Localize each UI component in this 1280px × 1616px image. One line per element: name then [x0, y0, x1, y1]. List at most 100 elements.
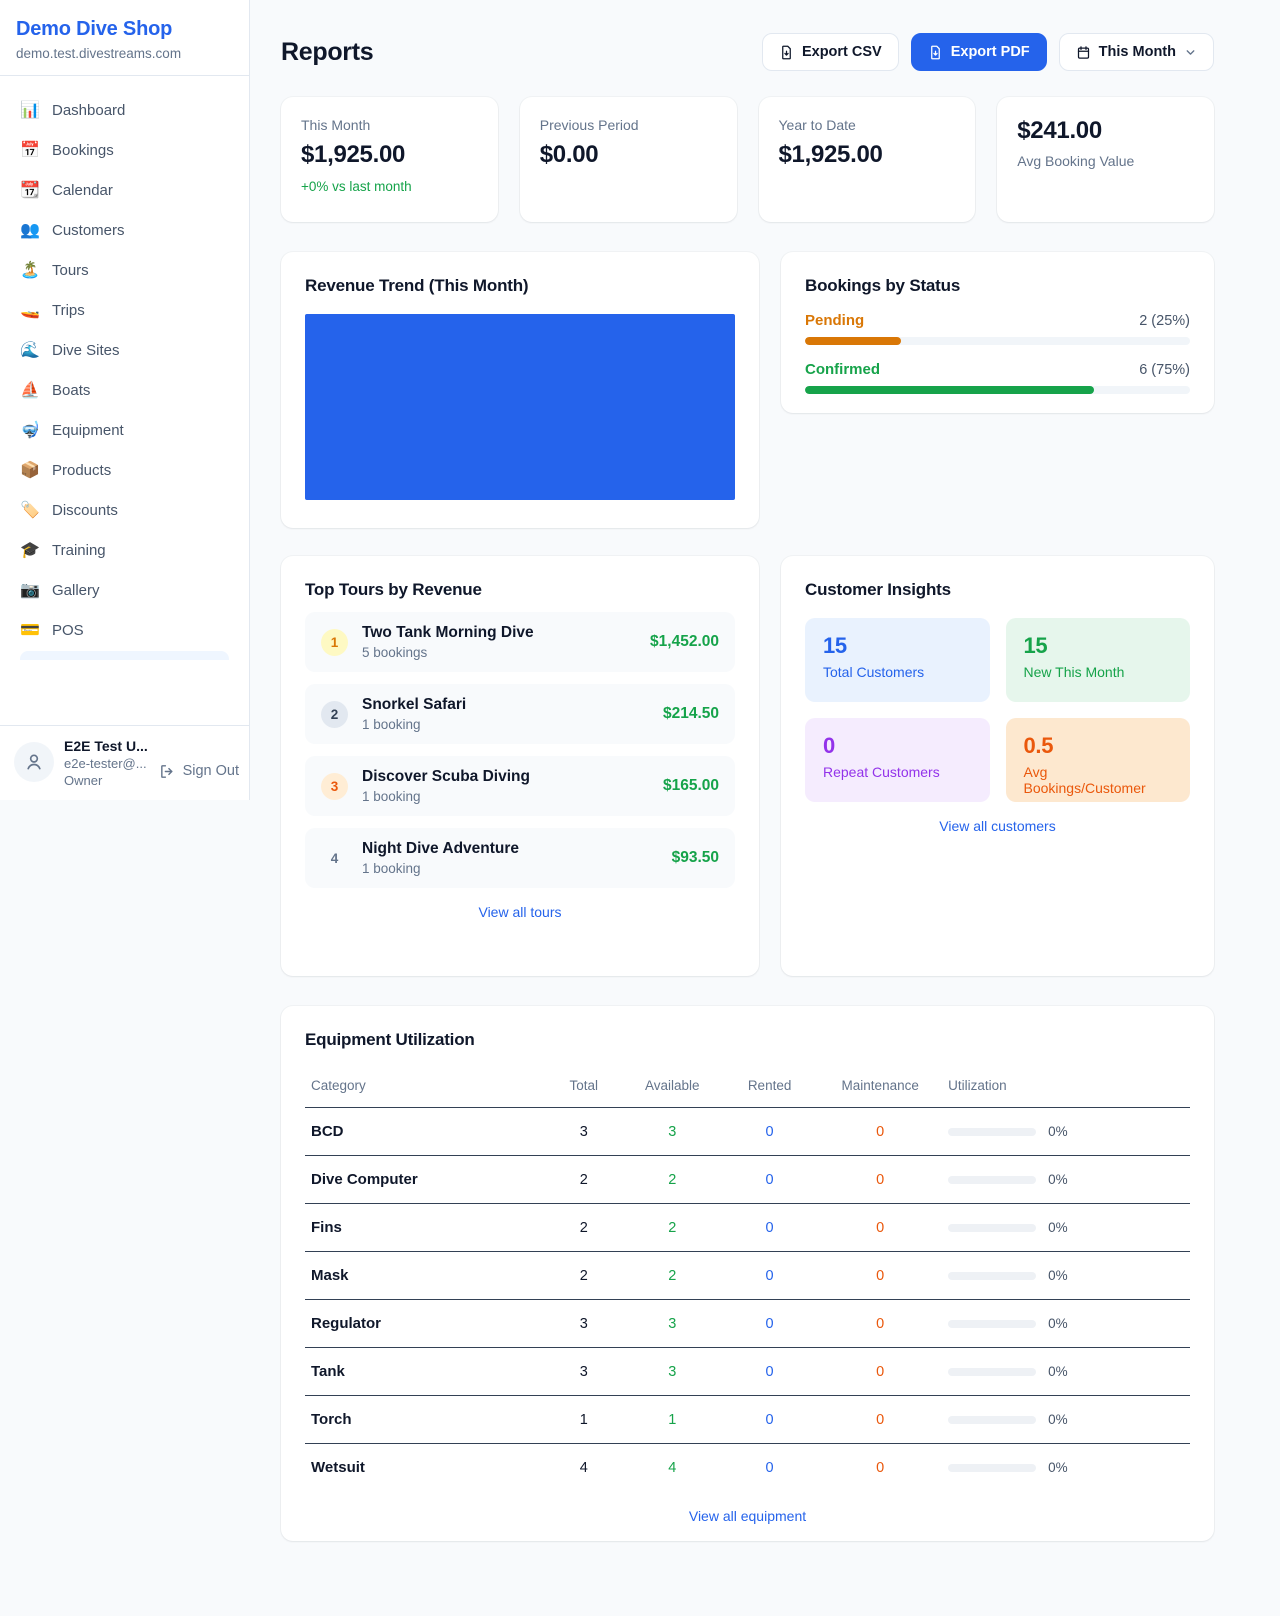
utilization-pct: 0% [1048, 1316, 1068, 1331]
view-all-equipment-link[interactable]: View all equipment [305, 1508, 1190, 1524]
cell-rented: 0 [721, 1444, 818, 1492]
cell-rented: 0 [721, 1204, 818, 1252]
view-all-customers-link[interactable]: View all customers [805, 818, 1190, 834]
utilization-bar [948, 1320, 1036, 1328]
utilization-bar [948, 1416, 1036, 1424]
table-row: Mask 2 2 0 0 0% [305, 1252, 1190, 1300]
cell-category: Fins [305, 1204, 544, 1252]
cell-available: 2 [624, 1156, 721, 1204]
sidebar-item-training[interactable]: 🎓 Training [8, 530, 241, 570]
table-row: Tank 3 3 0 0 0% [305, 1348, 1190, 1396]
cell-total: 2 [544, 1156, 624, 1204]
sign-out-label: Sign Out [183, 763, 239, 779]
status-bar-track [805, 386, 1190, 394]
table-row: Wetsuit 4 4 0 0 0% [305, 1444, 1190, 1492]
sailboat-icon: ⛵ [20, 380, 40, 400]
stat-value: $241.00 [1017, 117, 1194, 145]
stat-value: $1,925.00 [779, 141, 956, 169]
top-tours-title: Top Tours by Revenue [305, 580, 735, 600]
sidebar-item-label: Discounts [52, 502, 118, 519]
list-item: 1 Two Tank Morning Dive 5 bookings $1,45… [305, 612, 735, 672]
main-content: Reports Export CSV Export PDF This Month [250, 0, 1280, 1616]
cell-available: 3 [624, 1108, 721, 1156]
status-count: 6 (75%) [1139, 362, 1190, 378]
sidebar-item-label: Tours [52, 262, 89, 279]
island-icon: 🏝️ [20, 260, 40, 280]
sign-out-button[interactable]: Sign Out [159, 763, 239, 780]
cell-category: Wetsuit [305, 1444, 544, 1492]
cell-maintenance: 0 [818, 1300, 942, 1348]
sidebar-item-discounts[interactable]: 🏷️ Discounts [8, 490, 241, 530]
wave-icon: 🌊 [20, 340, 40, 360]
view-all-tours-link[interactable]: View all tours [305, 904, 735, 920]
utilization-bar [948, 1272, 1036, 1280]
cell-utilization: 0% [942, 1348, 1190, 1396]
sidebar-item-label: Dive Sites [52, 342, 120, 359]
table-row: Regulator 3 3 0 0 0% [305, 1300, 1190, 1348]
sidebar-item-products[interactable]: 📦 Products [8, 450, 241, 490]
camera-icon: 📷 [20, 580, 40, 600]
utilization-bar [948, 1128, 1036, 1136]
utilization-bar [948, 1464, 1036, 1472]
sidebar-item-boats[interactable]: ⛵ Boats [8, 370, 241, 410]
sidebar-item-dive-sites[interactable]: 🌊 Dive Sites [8, 330, 241, 370]
insight-value: 0.5 [1024, 733, 1173, 759]
cell-rented: 0 [721, 1300, 818, 1348]
cell-maintenance: 0 [818, 1396, 942, 1444]
cell-maintenance: 0 [818, 1444, 942, 1492]
tour-bookings: 5 bookings [362, 645, 636, 660]
sidebar-item-equipment[interactable]: 🤿 Equipment [8, 410, 241, 450]
sidebar-item-label: Products [52, 462, 111, 479]
sidebar-item-dashboard[interactable]: 📊 Dashboard [8, 90, 241, 130]
cell-total: 2 [544, 1252, 624, 1300]
column-header-category: Category [305, 1070, 544, 1108]
rank-badge: 3 [321, 773, 348, 800]
bar-chart-icon: 📊 [20, 100, 40, 120]
revenue-trend-title: Revenue Trend (This Month) [305, 276, 735, 296]
cell-utilization: 0% [942, 1108, 1190, 1156]
sidebar-item-tours[interactable]: 🏝️ Tours [8, 250, 241, 290]
export-csv-button[interactable]: Export CSV [762, 33, 899, 71]
table-row: Fins 2 2 0 0 0% [305, 1204, 1190, 1252]
cell-available: 4 [624, 1444, 721, 1492]
cell-total: 4 [544, 1444, 624, 1492]
sidebar-item-trips[interactable]: 🚤 Trips [8, 290, 241, 330]
sidebar-item-calendar[interactable]: 📆 Calendar [8, 170, 241, 210]
cell-category: Mask [305, 1252, 544, 1300]
tour-revenue: $165.00 [663, 777, 719, 795]
stat-value: $0.00 [540, 141, 717, 169]
equipment-utilization-card: Equipment Utilization Category Total Ava… [281, 1006, 1214, 1541]
stat-label: Year to Date [779, 117, 956, 133]
status-label: Confirmed [805, 361, 880, 378]
stat-label: Previous Period [540, 117, 717, 133]
charts-row: Revenue Trend (This Month) Bookings by S… [281, 252, 1214, 528]
cell-rented: 0 [721, 1252, 818, 1300]
status-bar-fill [805, 386, 1094, 394]
export-pdf-button[interactable]: Export PDF [911, 33, 1047, 71]
tour-revenue: $214.50 [663, 705, 719, 723]
insight-label: New This Month [1024, 664, 1173, 680]
brand: Demo Dive Shop demo.test.divestreams.com [0, 0, 249, 76]
sidebar-item-label: Gallery [52, 582, 100, 599]
cell-utilization: 0% [942, 1252, 1190, 1300]
period-dropdown[interactable]: This Month [1059, 33, 1214, 71]
period-label: This Month [1099, 44, 1176, 60]
column-header-rented: Rented [721, 1070, 818, 1108]
sidebar-item-bookings[interactable]: 📅 Bookings [8, 130, 241, 170]
cell-available: 3 [624, 1348, 721, 1396]
cell-utilization: 0% [942, 1300, 1190, 1348]
status-bar-fill [805, 337, 901, 345]
tour-bookings: 1 booking [362, 789, 649, 804]
sidebar-item-pos[interactable]: 💳 POS [8, 610, 241, 650]
export-pdf-label: Export PDF [951, 44, 1030, 60]
page-title: Reports [281, 38, 373, 67]
sidebar-item-gallery[interactable]: 📷 Gallery [8, 570, 241, 610]
insight-tile-repeat-customers: 0 Repeat Customers [805, 718, 990, 802]
utilization-pct: 0% [1048, 1172, 1068, 1187]
calendar-icon [1076, 45, 1091, 60]
sidebar-item-label: Dashboard [52, 102, 125, 119]
sidebar-item-customers[interactable]: 👥 Customers [8, 210, 241, 250]
sidebar-item-reports-active-partial[interactable] [20, 651, 229, 660]
stat-label: This Month [301, 117, 478, 133]
tour-bookings: 1 booking [362, 861, 658, 876]
